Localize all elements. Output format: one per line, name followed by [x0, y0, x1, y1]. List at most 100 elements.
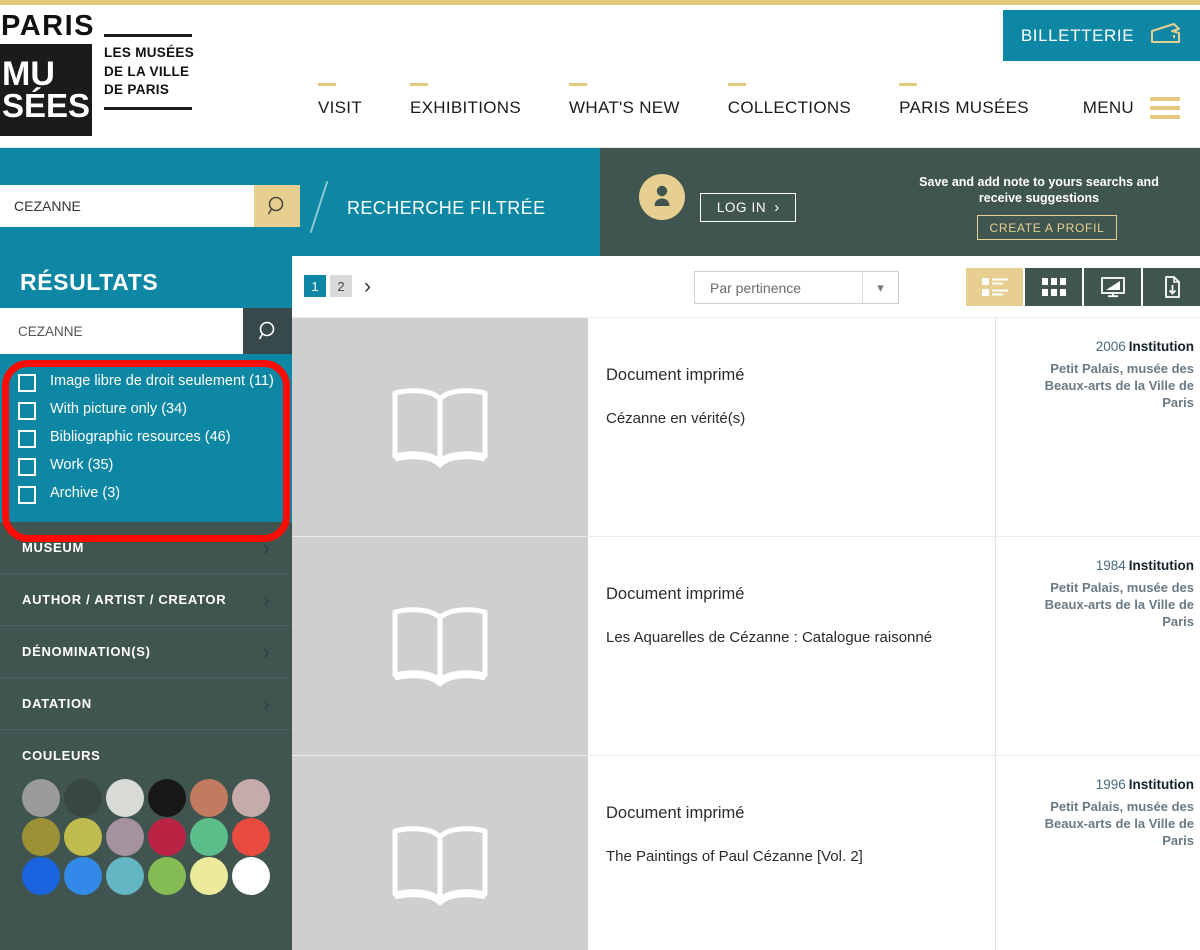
page-root: PARIS MU SÉES LES MUSÉES DE LA VILLE DE … [0, 0, 1200, 950]
login-label: LOG IN [716, 200, 767, 215]
colour-swatch[interactable] [64, 857, 102, 895]
view-mode-grid[interactable] [1025, 268, 1082, 306]
facet-item-bibliographic[interactable]: Bibliographic resources (46) [0, 424, 292, 452]
nav-item-paris-musees[interactable]: PARIS MUSÉES [899, 83, 1029, 118]
search-submit-button[interactable] [254, 185, 300, 227]
view-mode-fullscreen[interactable] [1084, 268, 1141, 306]
filtered-search-label[interactable]: RECHERCHE FILTRÉE [347, 198, 546, 219]
result-type: Document imprimé [606, 366, 745, 384]
accordion-label: DÉNOMINATION(S) [22, 644, 151, 659]
tagline-line-1: LES MUSÉES [104, 45, 195, 60]
nav-label: PARIS MUSÉES [899, 98, 1029, 117]
colour-swatch[interactable] [148, 818, 186, 856]
facet-item-archive[interactable]: Archive (3) [0, 480, 292, 508]
result-thumbnail [292, 756, 588, 950]
view-mode-download[interactable] [1143, 268, 1200, 306]
site-logo[interactable]: PARIS MU SÉES LES MUSÉES DE LA VILLE DE … [0, 12, 194, 136]
sidebar-search-field [0, 308, 292, 354]
colour-swatch[interactable] [22, 857, 60, 895]
colour-swatch[interactable] [64, 818, 102, 856]
filter-section-denominations[interactable]: DÉNOMINATION(S) › [0, 626, 292, 678]
nav-item-exhibitions[interactable]: EXHIBITIONS [410, 83, 521, 118]
billetterie-button[interactable]: BILLETTERIE [1003, 10, 1200, 61]
result-institution: Petit Palais, musée des Beaux-arts de la… [1044, 580, 1194, 629]
sidebar-search-input[interactable] [0, 308, 243, 354]
result-row[interactable]: Document imprimé Cézanne en vérité(s) 20… [292, 318, 1200, 537]
billetterie-label: BILLETTERIE [1020, 25, 1135, 45]
result-row[interactable]: Document imprimé The Paintings of Paul C… [292, 756, 1200, 950]
main-navigation: VISIT EXHIBITIONS WHAT'S NEW COLLECTIONS… [318, 83, 1077, 118]
avatar[interactable] [639, 174, 685, 220]
checkbox[interactable] [18, 458, 36, 476]
chevron-down-icon: ▾ [862, 272, 898, 303]
colour-swatch[interactable] [106, 779, 144, 817]
login-button[interactable]: LOG IN › [700, 193, 796, 222]
menu-button[interactable]: MENU [1083, 97, 1180, 119]
page-button-2[interactable]: 2 [330, 275, 352, 297]
next-page-icon[interactable]: › [364, 276, 371, 297]
colour-swatch[interactable] [232, 779, 270, 817]
chevron-right-icon: › [262, 534, 270, 560]
colour-swatch[interactable] [148, 857, 186, 895]
result-year: 2006 [1095, 339, 1126, 354]
result-title[interactable]: The Paintings of Paul Cézanne [Vol. 2] [606, 848, 995, 865]
facet-item-image-libre[interactable]: Image libre de droit seulement (11) [0, 368, 292, 396]
nav-item-whats-new[interactable]: WHAT'S NEW [569, 83, 680, 118]
nav-item-collections[interactable]: COLLECTIONS [727, 83, 851, 118]
nav-dash-icon [899, 83, 918, 86]
nav-item-visit[interactable]: VISIT [318, 83, 362, 118]
nav-dash-icon [727, 83, 746, 86]
colour-swatch[interactable] [232, 818, 270, 856]
colour-swatch[interactable] [190, 857, 228, 895]
page-button-1[interactable]: 1 [304, 275, 326, 297]
facet-item-work[interactable]: Work (35) [0, 452, 292, 480]
result-title[interactable]: Cézanne en vérité(s) [606, 410, 995, 427]
filter-section-museum[interactable]: MUSEUM › [0, 522, 292, 574]
colour-swatch[interactable] [232, 857, 270, 895]
logo-mark: PARIS MU SÉES [0, 12, 93, 136]
results-area: 1 2 › Par pertinence ▾ Document imprimé … [292, 256, 1200, 950]
result-type: Document imprimé [606, 804, 745, 822]
colour-swatch[interactable] [22, 818, 60, 856]
result-meta: 2006 Institution Petit Palais, musée des … [995, 318, 1200, 536]
chevron-right-icon: › [262, 690, 270, 716]
account-bar: LOG IN › Save and add note to yours sear… [600, 148, 1200, 268]
tagline-line-2: DE LA VILLE [104, 63, 190, 79]
sidebar-search-button[interactable] [243, 308, 292, 354]
view-mode-list[interactable] [966, 268, 1023, 306]
checkbox[interactable] [18, 374, 36, 392]
checkbox[interactable] [18, 430, 36, 448]
result-meta-top: 2006 Institution [1014, 339, 1194, 354]
filter-section-author-artist-creator[interactable]: AUTHOR / ARTIST / CREATOR › [0, 574, 292, 626]
search-input[interactable] [0, 185, 254, 227]
checkbox[interactable] [18, 486, 36, 504]
result-meta-top: 1996 Institution [1014, 777, 1194, 792]
checkbox[interactable] [18, 402, 36, 420]
filter-section-datation[interactable]: DATATION › [0, 678, 292, 730]
divider-slash [309, 181, 329, 233]
colour-swatch[interactable] [64, 779, 102, 817]
search-icon [258, 321, 274, 340]
colour-swatch[interactable] [190, 818, 228, 856]
colour-swatch[interactable] [106, 818, 144, 856]
result-row[interactable]: Document imprimé Les Aquarelles de Cézan… [292, 537, 1200, 756]
open-book-icon [392, 388, 488, 468]
result-thumbnail [292, 318, 588, 536]
institution-label: Institution [1128, 339, 1194, 354]
list-view-icon [981, 278, 1008, 296]
colour-swatch[interactable] [190, 779, 228, 817]
sort-dropdown[interactable]: Par pertinence ▾ [694, 271, 899, 304]
colour-swatch[interactable] [106, 857, 144, 895]
result-title[interactable]: Les Aquarelles de Cézanne : Catalogue ra… [606, 629, 995, 646]
facet-item-with-picture[interactable]: With picture only (34) [0, 396, 292, 424]
create-profil-button[interactable]: CREATE A PROFIL [977, 215, 1117, 240]
logo-sees-text: SÉES [2, 87, 91, 125]
result-meta: 1996 Institution Petit Palais, musée des … [995, 756, 1200, 950]
user-icon [654, 185, 670, 206]
colour-swatch[interactable] [22, 779, 60, 817]
chevron-right-icon: › [262, 638, 270, 664]
colour-swatch[interactable] [148, 779, 186, 817]
accordion-label: MUSEUM [22, 540, 84, 555]
logo-tagline: LES MUSÉES DE LA VILLE DE PARIS [104, 12, 194, 110]
facet-label: With picture only (34) [50, 401, 187, 417]
